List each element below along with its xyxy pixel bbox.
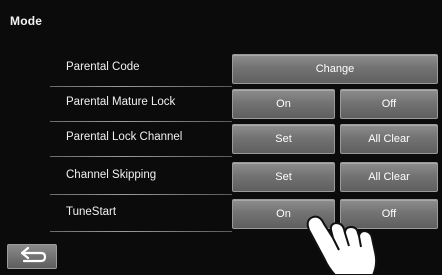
channel-skipping-all-clear-button[interactable]: All Clear	[340, 162, 438, 192]
row-channel-skipping: Channel Skipping Set All Clear	[50, 162, 438, 192]
mode-title: Mode	[10, 14, 43, 28]
row-label-parental-mature-lock: Parental Mature Lock	[66, 96, 176, 108]
row-divider	[50, 121, 232, 122]
row-label-tunestart: TuneStart	[66, 206, 117, 218]
lock-channel-all-clear-button[interactable]: All Clear	[340, 124, 438, 154]
row-divider	[50, 194, 232, 195]
mature-lock-off-button[interactable]: Off	[340, 89, 438, 119]
row-parental-code: Parental Code Change	[50, 54, 438, 84]
pointing-hand-icon	[306, 215, 378, 275]
row-divider	[50, 156, 232, 157]
row-parental-lock-channel: Parental Lock Channel Set All Clear	[50, 124, 438, 154]
mature-lock-on-button[interactable]: On	[232, 89, 335, 119]
back-button[interactable]	[7, 244, 57, 269]
row-label-parental-lock-channel: Parental Lock Channel	[66, 131, 183, 143]
row-divider	[50, 231, 232, 232]
parental-code-change-button[interactable]: Change	[232, 54, 438, 84]
row-parental-mature-lock: Parental Mature Lock On Off	[50, 89, 438, 119]
row-label-parental-code: Parental Code	[66, 61, 140, 73]
row-label-channel-skipping: Channel Skipping	[66, 169, 157, 181]
return-arrow-icon	[20, 246, 47, 263]
lock-channel-set-button[interactable]: Set	[232, 124, 335, 154]
channel-skipping-set-button[interactable]: Set	[232, 162, 335, 192]
row-divider	[50, 86, 232, 87]
